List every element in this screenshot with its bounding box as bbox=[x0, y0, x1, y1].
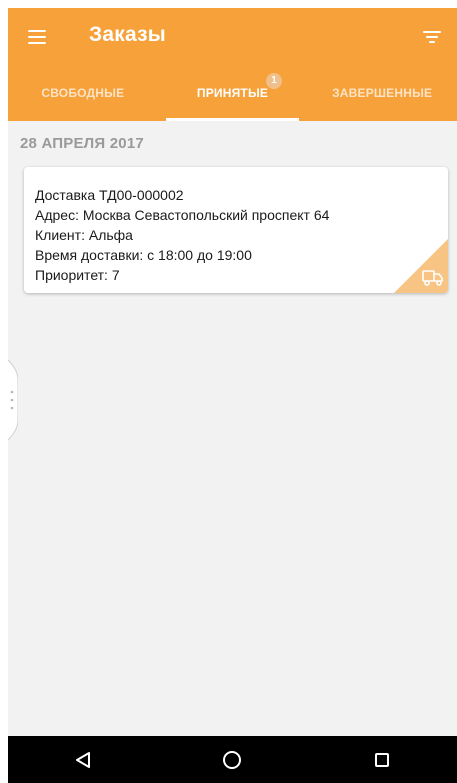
tab-accepted-label: ПРИНЯТЫЕ bbox=[196, 85, 269, 100]
count-badge: 1 bbox=[266, 72, 283, 89]
active-tab-indicator bbox=[165, 118, 300, 121]
home-circle-icon[interactable] bbox=[212, 745, 252, 775]
page-title: Заказы bbox=[89, 23, 166, 46]
order-address: Адрес: Москва Севастопольский проспект 6… bbox=[35, 207, 330, 223]
system-nav-bar bbox=[8, 736, 457, 783]
tab-accepted[interactable]: ПРИНЯТЫЕ 1 bbox=[158, 64, 308, 121]
edge-drawer-handle[interactable] bbox=[8, 360, 18, 440]
order-delivery-time: Время доставки: с 18:00 до 19:00 bbox=[35, 247, 252, 263]
recents-square-icon[interactable] bbox=[362, 745, 402, 775]
app-bar: Заказы bbox=[8, 8, 457, 64]
tab-completed-label: ЗАВЕРШЕННЫЕ bbox=[332, 85, 433, 100]
delivery-truck-icon bbox=[394, 239, 448, 293]
tab-bar: СВОБОДНЫЕ ПРИНЯТЫЕ 1 ЗАВЕРШЕННЫЕ bbox=[8, 64, 457, 121]
order-title: Доставка ТД00-000002 bbox=[35, 187, 184, 203]
back-triangle-icon[interactable] bbox=[63, 745, 103, 775]
date-section-header: 28 АПРЕЛЯ 2017 bbox=[20, 135, 144, 152]
order-priority: Приоритет: 7 bbox=[35, 267, 120, 283]
tab-completed[interactable]: ЗАВЕРШЕННЫЕ bbox=[307, 64, 457, 121]
filter-icon[interactable] bbox=[423, 31, 441, 43]
tab-free-label: СВОБОДНЫЕ bbox=[41, 85, 125, 100]
order-client: Клиент: Альфа bbox=[35, 227, 133, 243]
tab-free[interactable]: СВОБОДНЫЕ bbox=[8, 64, 158, 121]
order-card[interactable]: Доставка ТД00-000002 Адрес: Москва Севас… bbox=[24, 167, 448, 293]
app-screen: Заказы СВОБОДНЫЕ ПРИНЯТЫЕ 1 ЗАВЕРШЕННЫЕ … bbox=[8, 8, 457, 783]
hamburger-menu-icon[interactable] bbox=[28, 30, 46, 44]
